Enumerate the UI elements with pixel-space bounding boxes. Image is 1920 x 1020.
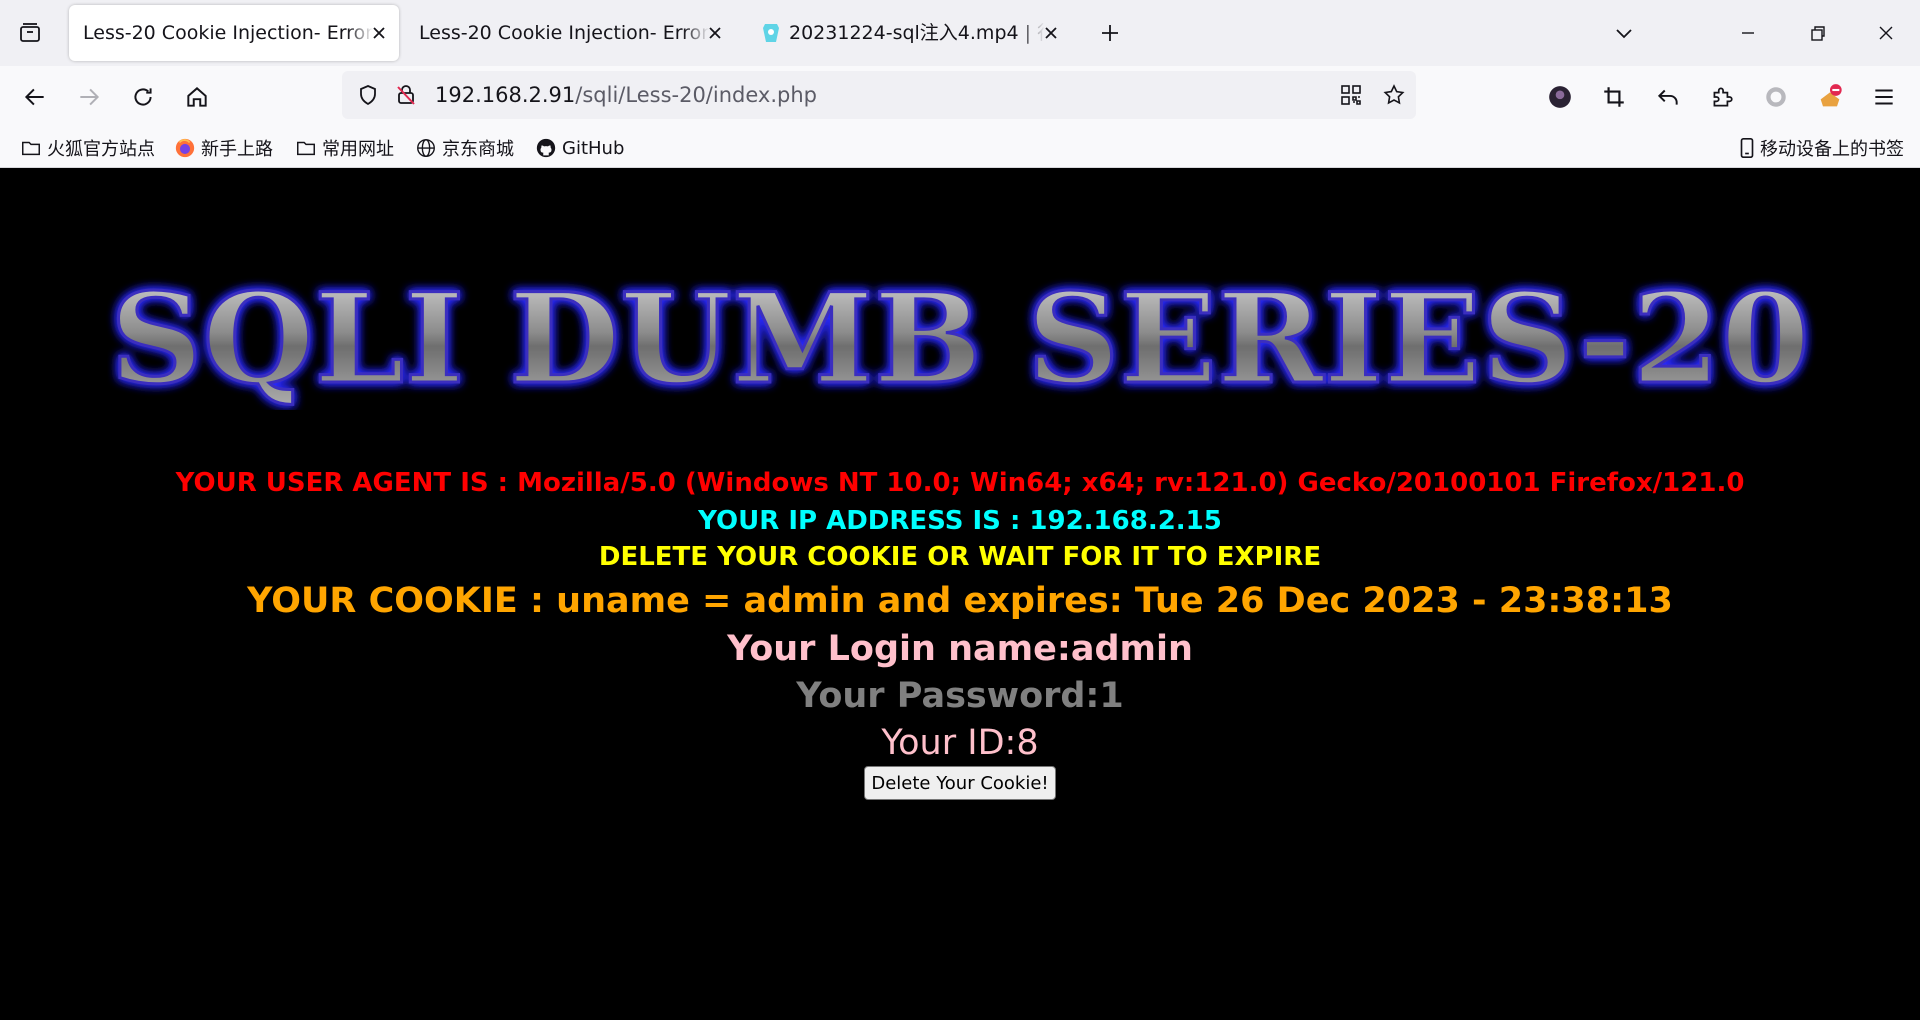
folder-icon [295,137,317,159]
qr-code-icon[interactable] [1337,81,1365,109]
bookmark-label: 京东商城 [442,139,514,160]
folder-icon [20,137,42,159]
video-site-icon [759,21,783,45]
tab-less20-second[interactable]: Less-20 Cookie Injection- Error Based [405,5,735,61]
reload-icon[interactable] [121,75,165,119]
navigation-toolbar: 192.168.2.91/sqli/Less-20/index.php [0,66,1920,128]
undo-close-tab-icon[interactable] [1646,75,1690,119]
minimize-icon[interactable] [1728,13,1768,53]
close-tab-icon[interactable] [703,21,727,45]
bookmark-label: GitHub [562,137,625,159]
screenshot-crop-icon[interactable] [1592,75,1636,119]
new-tab-icon[interactable] [1090,13,1130,53]
user-agent-text: YOUR USER AGENT IS : Mozilla/5.0 (Window… [175,468,1745,498]
list-tabs-chevron-down-icon[interactable] [1604,13,1644,53]
account-avatar-icon[interactable] [1538,75,1582,119]
restore-icon[interactable] [1798,13,1838,53]
blocked-extension-icon[interactable] [1808,75,1852,119]
url-path: /sqli/Less-20/index.php [575,83,817,107]
tab-overview-icon[interactable] [10,13,50,53]
tab-less20-active[interactable]: Less-20 Cookie Injection- Error Based [69,5,399,61]
bookmark-label: 新手上路 [201,139,273,160]
bookmark-star-icon[interactable] [1380,81,1408,109]
firefox-icon [174,137,196,159]
home-icon[interactable] [175,75,219,119]
sqli-dumb-series-banner: SQLI DUMB SERIES-20 [109,270,1812,410]
forward-arrow-icon[interactable] [67,75,111,119]
delete-cookie-hint: DELETE YOUR COOKIE OR WAIT FOR IT TO EXP… [598,542,1322,572]
mobile-device-icon [1736,137,1758,159]
bookmark-folder-common-sites[interactable]: 常用网址 [295,134,394,162]
banner-title: SQLI DUMB SERIES-20 [110,270,1810,410]
user-id-text: Your ID:8 [881,723,1039,763]
insecure-lock-icon[interactable] [392,81,420,109]
bookmark-getting-started[interactable]: 新手上路 [174,134,273,162]
menu-hamburger-icon[interactable] [1862,75,1906,119]
globe-icon [415,137,437,159]
bookmark-jd-mall[interactable]: 京东商城 [415,134,514,162]
url-bar[interactable]: 192.168.2.91/sqli/Less-20/index.php [342,71,1416,119]
bookmarks-toolbar: 火狐官方站点 新手上路 常用网址 京东商城 GitHub 移动设备上的书签 [0,128,1920,168]
tab-label: 20231224-sql注入4.mp4 | 行行 [789,5,1045,61]
close-tab-icon[interactable] [367,21,391,45]
url-host: 192.168.2.91 [435,83,576,107]
tab-video[interactable]: 20231224-sql注入4.mp4 | 行行 [741,5,1071,61]
extensions-puzzle-icon[interactable] [1700,75,1744,119]
bookmark-label: 常用网址 [322,139,394,160]
bookmark-label: 火狐官方站点 [47,139,155,160]
close-window-icon[interactable] [1866,13,1906,53]
url-text[interactable]: 192.168.2.91/sqli/Less-20/index.php [435,71,817,119]
bookmark-folder-firefox-official[interactable]: 火狐官方站点 [20,134,155,162]
tab-label: Less-20 Cookie Injection- Error Based [83,5,373,61]
shield-icon[interactable] [354,81,382,109]
cookie-info-text: YOUR COOKIE : uname = admin and expires:… [247,581,1673,621]
bookmark-github[interactable]: GitHub [535,134,624,162]
extension-circle-icon[interactable] [1754,75,1798,119]
tab-label: Less-20 Cookie Injection- Error Based [419,5,709,61]
ip-address-text: YOUR IP ADDRESS IS : 192.168.2.15 [698,506,1222,536]
delete-cookie-button[interactable]: Delete Your Cookie! [864,766,1056,800]
close-tab-icon[interactable] [1039,21,1063,45]
back-arrow-icon[interactable] [13,75,57,119]
page-content: SQLI DUMB SERIES-20 YOUR USER AGENT IS :… [0,168,1920,1020]
password-text: Your Password:1 [796,676,1124,716]
tab-strip: Less-20 Cookie Injection- Error Based Le… [0,0,1920,66]
login-name-text: Your Login name:admin [727,629,1193,669]
github-icon [535,137,557,159]
bookmark-mobile-bookmarks[interactable]: 移动设备上的书签 [1736,134,1904,162]
bookmark-label: 移动设备上的书签 [1760,139,1904,160]
